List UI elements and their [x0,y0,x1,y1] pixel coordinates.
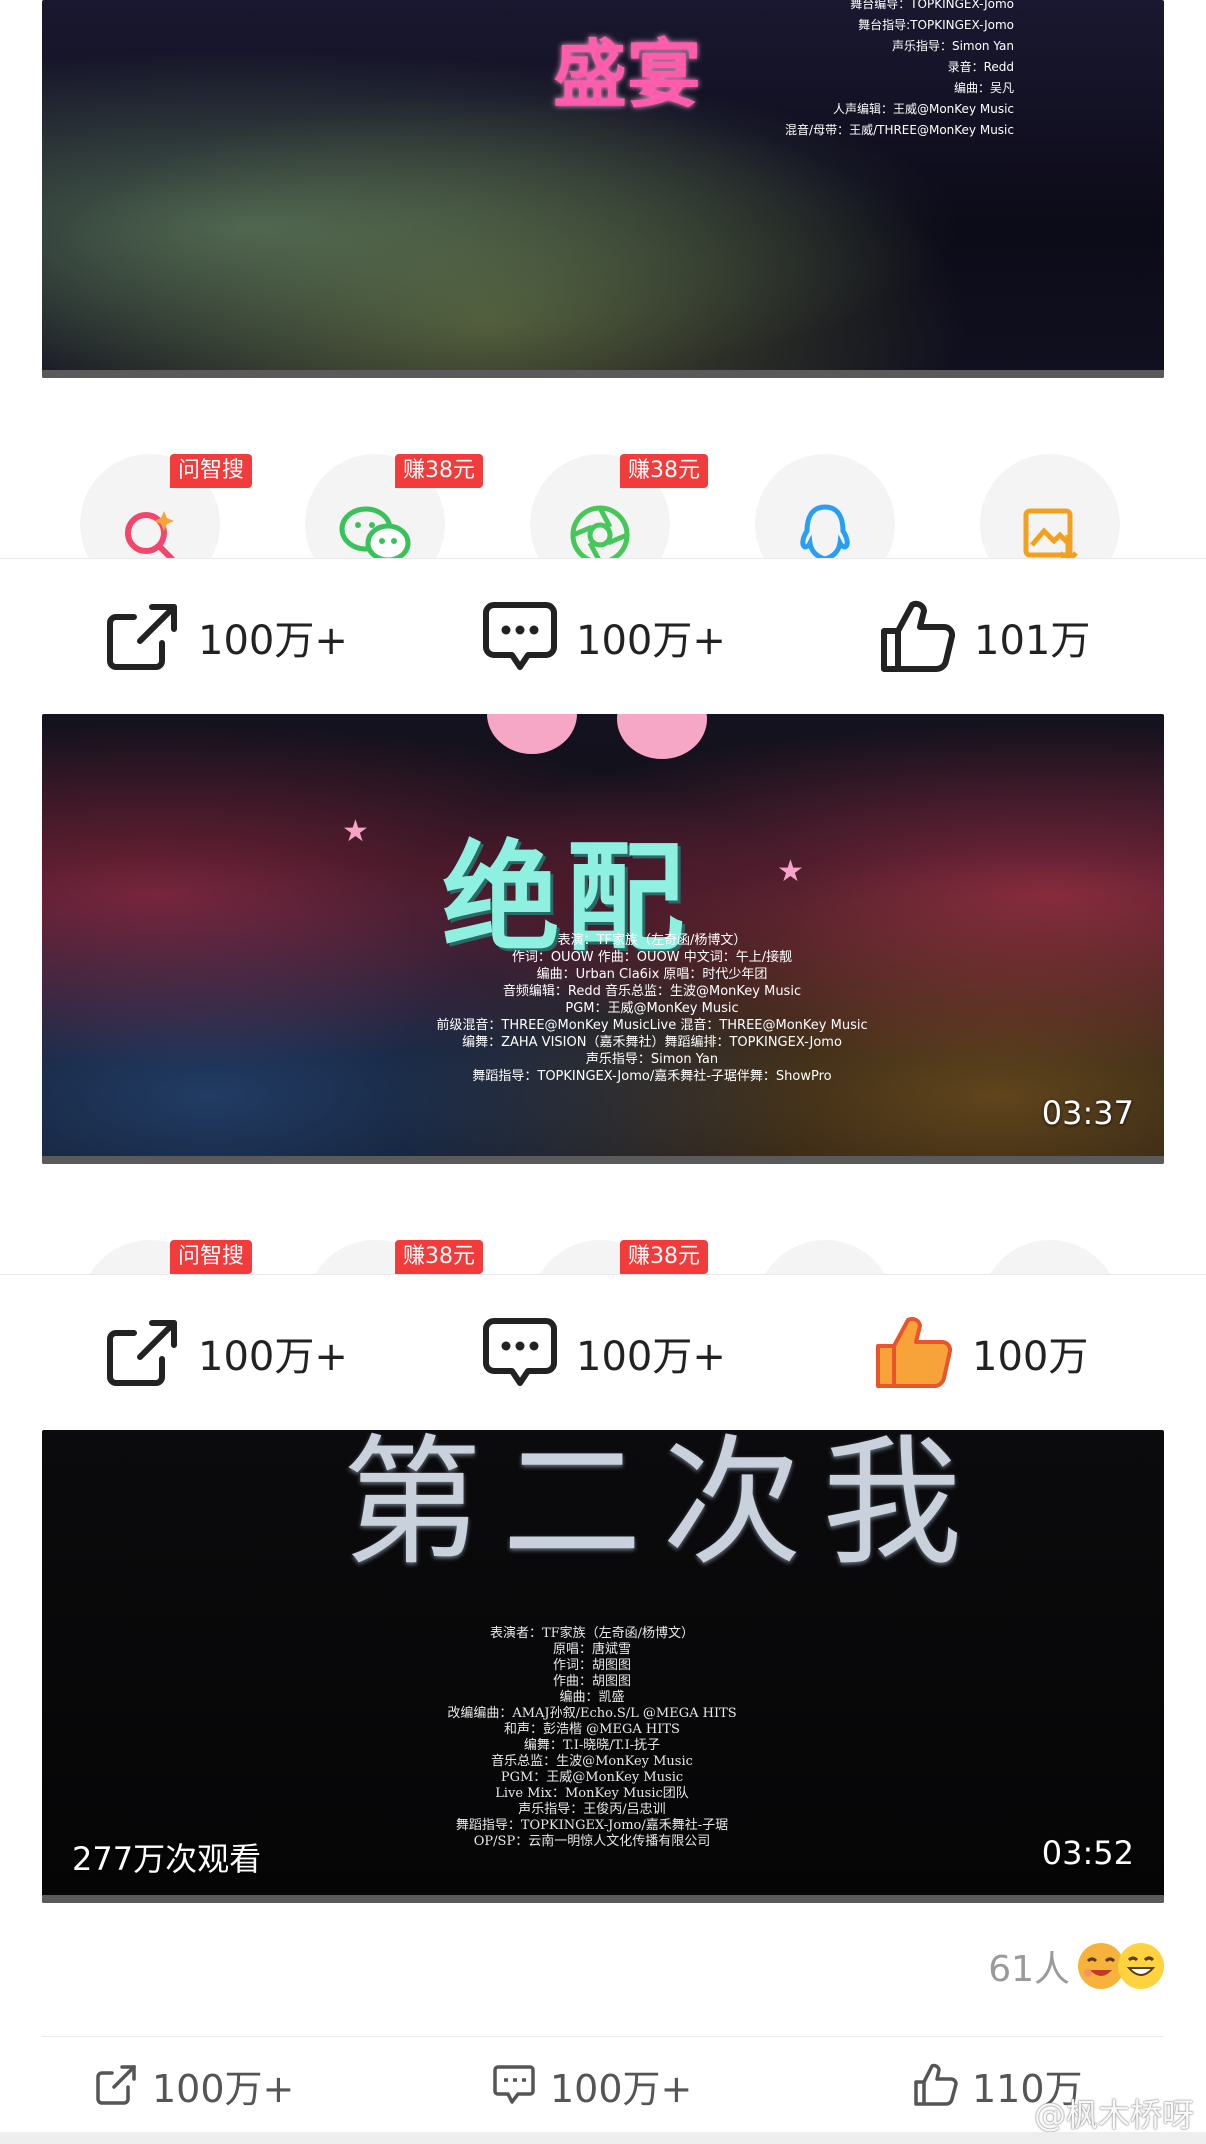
video-view-count: 277万次观看 [72,1840,262,1878]
share-badge: 赚38元 [395,1240,483,1274]
star-decoration: ★ [342,814,369,849]
video-credits: 表演：TF家族（左奇函/杨博文） 作词：OUOW 作曲：OUOW 中文词：午上/… [402,932,902,1085]
video-title-art: 盛宴 [553,32,701,118]
credit-line: 声乐指导：Simon Yan [585,1052,719,1067]
share-button[interactable]: 100万+ [94,2037,294,2133]
save-image-icon [1023,508,1078,560]
credit-line: 录音：Redd [947,60,1014,74]
like-count: 101万 [974,618,1091,664]
video-credits: 舞台编导：TOPKINGEX-Jomo 舞台指导:TOPKINGEX-Jomo … [754,0,1014,141]
share-badge: 赚38元 [620,1240,708,1274]
credit-line: 表演：TF家族（左奇函/杨博文） [557,933,747,948]
share-button[interactable]: 100万+ [104,1275,348,1431]
share-save-image[interactable] [980,1240,1120,1276]
credit-line: 表演者：TF家族（左奇函/杨博文） [489,1626,695,1641]
video-duration: 03:37 [1041,1094,1134,1132]
credit-line: 作词：胡图图 [552,1658,631,1673]
action-bar: 100万+ 100万+ 101万 [0,558,1206,714]
credit-line: 原唱：唐斌雪 [552,1642,631,1657]
credit-line: 音频编辑：Redd 音乐总监：生波@MonKey Music [502,984,802,999]
credit-line: 舞蹈指导：TOPKINGEX-Jomo/嘉禾舞社-子琚伴舞：ShowPro [472,1069,832,1084]
comment-button[interactable]: 100万+ [482,1275,726,1431]
video-duration: 03:52 [1041,1834,1134,1872]
comment-button[interactable]: 100万+ [482,559,726,715]
credit-line: 作词：OUOW 作曲：OUOW 中文词：午上/接靓 [511,950,793,965]
ai-search-icon [125,511,175,560]
video-progress-track [42,1156,1164,1164]
share-icon [107,604,177,670]
comment-count: 100万+ [550,2066,693,2111]
credit-line: 声乐指导：王俊丙/吕忠训 [518,1802,666,1817]
credit-line: PGM：王威@MonKey Music [565,1001,739,1016]
share-count: 100万+ [198,618,348,664]
video-progress-track [42,370,1164,378]
video-card-3[interactable]: 第二次我 表演者：TF家族（左奇函/杨博文） 原唱：唐斌雪 作词：胡图图 作曲：… [42,1430,1164,1903]
share-icon [96,2065,136,2105]
like-button-active[interactable]: 100万 [874,1275,1088,1431]
credit-line: 音乐总监：生波@MonKey Music [491,1754,693,1769]
credit-line: 编曲：Urban Cla6ix 原唱：时代少年团 [536,967,768,982]
qq-icon [800,504,850,560]
balloon-decoration [487,714,577,754]
credit-line: 前级混音：THREE@MonKey MusicLive 混音：THREE@Mon… [436,1018,868,1033]
share-badge: 问智搜 [170,454,253,488]
video-card-1[interactable]: 盛宴 舞台编导：TOPKINGEX-Jomo 舞台指导:TOPKINGEX-Jo… [42,0,1164,378]
like-count: 100万 [972,1334,1089,1380]
video-title-art: 第二次我 [342,1430,983,1585]
share-qq[interactable] [755,454,895,560]
comment-icon [483,602,557,670]
credit-line: 舞台编导：TOPKINGEX-Jomo [850,0,1014,11]
credit-line: OP/SP：云南一明惊人文化传播有限公司 [473,1834,711,1849]
credit-line: 作曲：胡图图 [552,1674,631,1689]
share-badge: 问智搜 [170,1240,253,1274]
moments-icon [570,505,630,560]
share-button[interactable]: 100万+ [104,559,348,715]
watermark: @枫木桥呀 [1033,2096,1194,2134]
credit-line: 改编编曲：AMAJ孙叙/Echo.S/L @MEGA HITS [447,1706,737,1721]
thumbs-up-icon [881,600,956,672]
reaction-count: 61人 [988,1949,1070,1990]
video-progress-track [42,1895,1164,1903]
credit-line: 编舞：ZAHA VISION（嘉禾舞社）舞蹈编排：TOPKINGEX-Jomo [462,1035,842,1050]
video-card-2[interactable]: ★ ★ 绝配 表演：TF家族（左奇函/杨博文） 作词：OUOW 作曲：OUOW … [42,714,1164,1164]
credit-line: 混音/母带：王威/THREE@MonKey Music [785,123,1014,137]
action-bar: 100万+ 100万+ 100万 [0,1274,1206,1430]
comment-icon [493,2065,535,2104]
credit-line: 舞蹈指导：TOPKINGEX-Jomo/嘉禾舞社-子琚 [455,1818,729,1833]
credit-line: 舞台指导:TOPKINGEX-Jomo [858,18,1014,32]
video-credits: 表演者：TF家族（左奇函/杨博文） 原唱：唐斌雪 作词：胡图图 作曲：胡图图 编… [372,1626,812,1850]
credit-line: Live Mix：MonKey Music团队 [495,1786,689,1801]
thumbs-up-filled-icon [876,1316,953,1388]
share-qq[interactable] [755,1240,895,1276]
reaction-summary[interactable]: 61人 [988,1940,1164,1992]
post-action-bar: 100万+ 100万+ 110万 [42,2036,1164,2132]
comment-count: 100万+ [576,1334,726,1380]
grinning-emoji-icon [1118,1943,1164,1989]
comment-count: 100万+ [576,618,726,664]
share-count: 100万+ [198,1334,348,1380]
comment-button[interactable]: 100万+ [492,2037,692,2133]
credit-line: 和声：彭浩楷 @MEGA HITS [504,1722,680,1737]
credit-line: 编曲：吴凡 [953,81,1014,95]
like-button[interactable]: 101万 [878,559,1090,715]
thumbs-up-icon [914,2063,958,2106]
credit-line: PGM：王威@MonKey Music [500,1770,684,1785]
balloon-decoration [617,714,707,759]
credit-line: 编舞：T.I-晓晓/T.I-抚子 [523,1738,661,1753]
share-save-image[interactable] [980,454,1120,560]
share-icon [107,1320,177,1386]
star-decoration: ★ [777,854,804,889]
credit-line: 声乐指导：Simon Yan [891,39,1014,53]
share-badge: 赚38元 [395,454,483,488]
share-count: 100万+ [152,2066,295,2111]
credit-line: 编曲：凯盛 [559,1690,625,1705]
credit-line: 人声编辑：王威@MonKey Music [832,102,1014,116]
wechat-icon [339,506,411,560]
share-panel: 问智搜 赚38元 赚38元 [0,1236,1206,1276]
share-panel: 问智搜 赚38元 赚38元 [0,450,1206,560]
bottom-divider [0,2132,1206,2144]
comment-icon [483,1318,557,1386]
share-badge: 赚38元 [620,454,708,488]
